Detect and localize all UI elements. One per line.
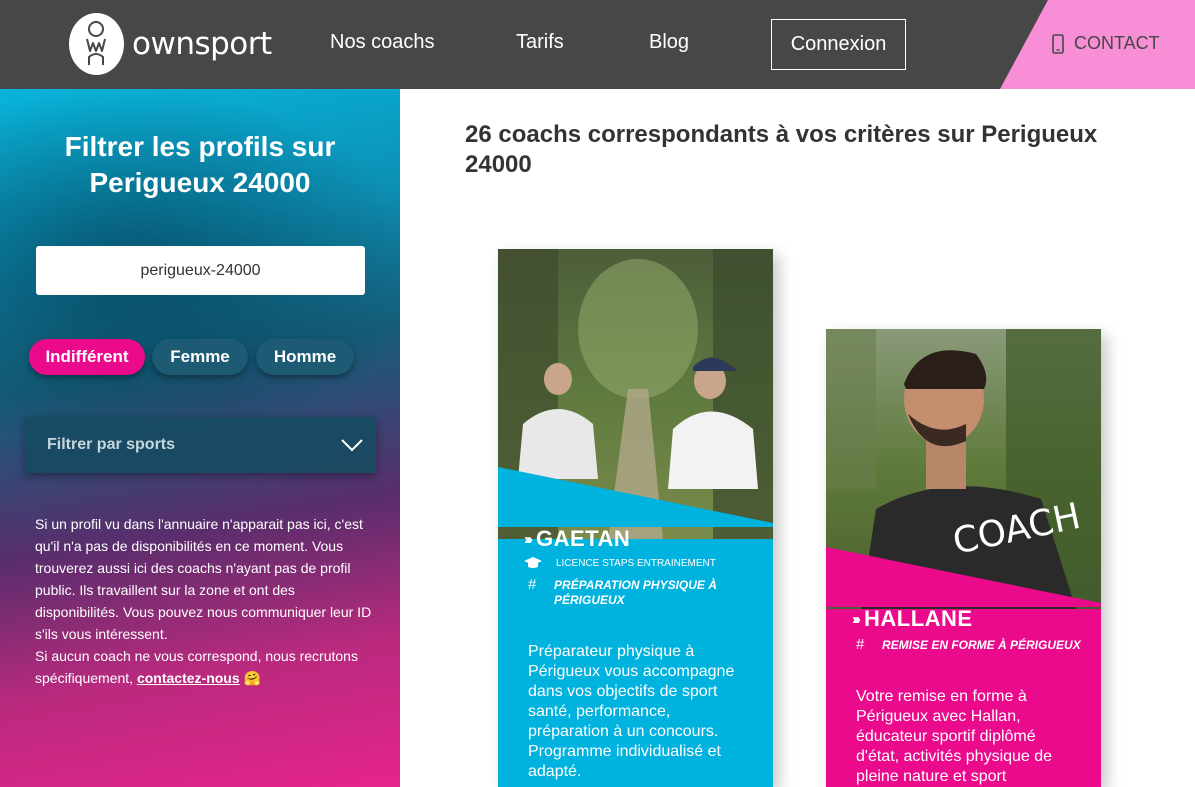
gender-indifferent-button[interactable]: Indifférent [29,339,145,375]
connexion-button[interactable]: Connexion [771,19,906,70]
hug-emoji-icon: 🤗 [243,670,261,686]
info-paragraph: Si un profil vu dans l'annuaire n'appara… [35,516,372,642]
arrows-icon: ››› [852,610,861,628]
results-title: 26 coachs correspondants à vos critères … [465,121,1098,178]
coach-specialty: REMISE EN FORME À PÉRIGUEUX [882,638,1081,652]
hash-icon: # [856,636,865,653]
nav-nos-coachs[interactable]: Nos coachs [330,31,435,54]
contact-link[interactable]: contactez-nous [137,670,240,686]
contact-button[interactable]: CONTACT [1052,33,1160,54]
nav-tarifs[interactable]: Tarifs [516,31,564,54]
coach-card-hallane[interactable]: COACH ››› HALLANE # REMISE EN FORME À PÉ… [826,329,1101,787]
graduation-cap-icon [524,557,542,568]
sport-filter-select[interactable]: Filtrer par sports [25,417,376,473]
city-input[interactable] [36,246,365,295]
coach-card-gaetan[interactable]: ››› GAETAN LICENCE STAPS ENTRAINEMENT # … [498,249,773,787]
nav-blog[interactable]: Blog [649,31,689,54]
coach-name: ››› HALLANE [852,606,973,632]
sidebar-title: Filtrer les profils sur Perigueux 24000 [64,131,336,198]
coach-name: ››› GAETAN [524,526,630,552]
logo-icon [69,13,124,75]
coach-description: Votre remise en forme à Périgueux avec H… [856,688,1053,785]
coach-description: Préparateur physique à Périgueux vous ac… [528,643,735,780]
contact-label: CONTACT [1074,33,1160,53]
card-diagonal [498,467,773,527]
hash-icon: # [528,576,537,593]
arrows-icon: ››› [524,530,533,548]
sidebar-info-text: Si un profil vu dans l'annuaire n'appara… [35,513,375,689]
coach-diploma: LICENCE STAPS ENTRAINEMENT [524,557,716,569]
coach-name-text: HALLANE [864,606,973,631]
card-diagonal [826,547,1101,607]
gender-femme-button[interactable]: Femme [152,339,248,375]
filter-sidebar: Filtrer les profils sur Perigueux 24000 … [0,89,400,787]
logo[interactable]: ownsport [69,13,272,75]
chevron-down-icon [341,439,363,452]
sport-filter-label: Filtrer par sports [47,436,176,453]
gender-homme-button[interactable]: Homme [256,339,354,375]
diploma-text: LICENCE STAPS ENTRAINEMENT [556,557,716,569]
coach-name-text: GAETAN [536,526,631,551]
logo-text: ownsport [132,26,272,62]
phone-icon [1052,33,1064,54]
coach-specialty: PRÉPARATION PHYSIQUE À PÉRIGUEUX [554,578,717,607]
